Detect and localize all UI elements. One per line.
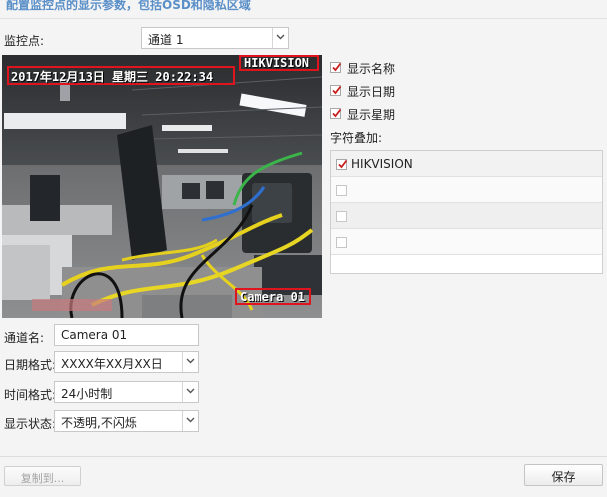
chevron-down-icon[interactable]	[182, 382, 198, 402]
overlay-row[interactable]	[331, 177, 602, 203]
overlay-row[interactable]	[331, 203, 602, 229]
copy-to-button[interactable]: 复制到...	[4, 466, 81, 486]
show-date-label: 显示日期	[347, 85, 396, 99]
monitor-select-value: 通道 1	[148, 33, 184, 47]
page-description: 配置监控点的显示参数，包括OSD和隐私区域	[6, 0, 251, 12]
overlay-row-checkbox[interactable]	[336, 159, 348, 170]
overlay-label: 字符叠加:	[330, 131, 383, 145]
date-format-label: 日期格式:	[4, 358, 57, 372]
monitor-label: 监控点:	[4, 34, 45, 48]
osd-datetime-box[interactable]: 2017年12月13日 星期三 20:22:34	[7, 66, 235, 85]
channel-name-value: Camera 01	[61, 328, 128, 342]
date-format-value: XXXX年XX月XX日	[61, 357, 163, 371]
osd-camera-name-box[interactable]: Camera 01	[235, 288, 311, 305]
show-name-label: 显示名称	[347, 62, 396, 76]
video-preview[interactable]: 2017年12月13日 星期三 20:22:34 HIKVISION Camer…	[2, 55, 322, 318]
camera-scene-image	[2, 55, 322, 318]
check-icon	[332, 62, 342, 72]
footer-divider	[0, 456, 607, 457]
show-date-checkbox[interactable]	[330, 85, 342, 96]
overlay-row-text[interactable]: HIKVISION	[351, 157, 413, 171]
chevron-down-icon[interactable]	[182, 352, 198, 372]
display-state-label: 显示状态:	[4, 417, 57, 431]
display-state-select[interactable]: 不透明,不闪烁	[54, 410, 199, 432]
osd-logo-box[interactable]: HIKVISION	[239, 55, 319, 71]
monitor-select[interactable]: 通道 1	[141, 27, 289, 49]
time-format-value: 24小时制	[61, 387, 113, 401]
channel-name-input[interactable]: Camera 01	[54, 324, 199, 346]
header-divider	[0, 18, 607, 19]
osd-datetime-text: 2017年12月13日 星期三 20:22:34	[11, 70, 214, 84]
overlay-row-checkbox[interactable]	[336, 211, 347, 222]
check-icon	[332, 85, 342, 95]
chevron-down-icon[interactable]	[182, 411, 198, 431]
channel-name-label: 通道名:	[4, 331, 45, 345]
overlay-row[interactable]: HIKVISION	[331, 151, 602, 177]
show-week-label: 显示星期	[347, 108, 396, 122]
overlay-row-checkbox[interactable]	[336, 185, 347, 196]
time-format-select[interactable]: 24小时制	[54, 381, 199, 403]
date-format-select[interactable]: XXXX年XX月XX日	[54, 351, 199, 373]
show-name-checkbox[interactable]	[330, 62, 342, 73]
osd-logo-text: HIKVISION	[244, 56, 310, 70]
display-state-value: 不透明,不闪烁	[61, 416, 137, 430]
chevron-down-icon[interactable]	[272, 28, 288, 48]
overlay-row-checkbox[interactable]	[336, 237, 347, 248]
check-icon	[332, 108, 342, 118]
save-button[interactable]: 保存	[524, 464, 603, 486]
overlay-table: HIKVISION	[330, 150, 603, 274]
overlay-row[interactable]	[331, 229, 602, 255]
show-week-checkbox[interactable]	[330, 108, 342, 119]
check-icon	[338, 159, 348, 169]
copy-to-label: 复制到...	[20, 472, 65, 485]
osd-camera-name-text: Camera 01	[240, 290, 306, 304]
time-format-label: 时间格式:	[4, 388, 57, 402]
save-label: 保存	[551, 470, 576, 484]
